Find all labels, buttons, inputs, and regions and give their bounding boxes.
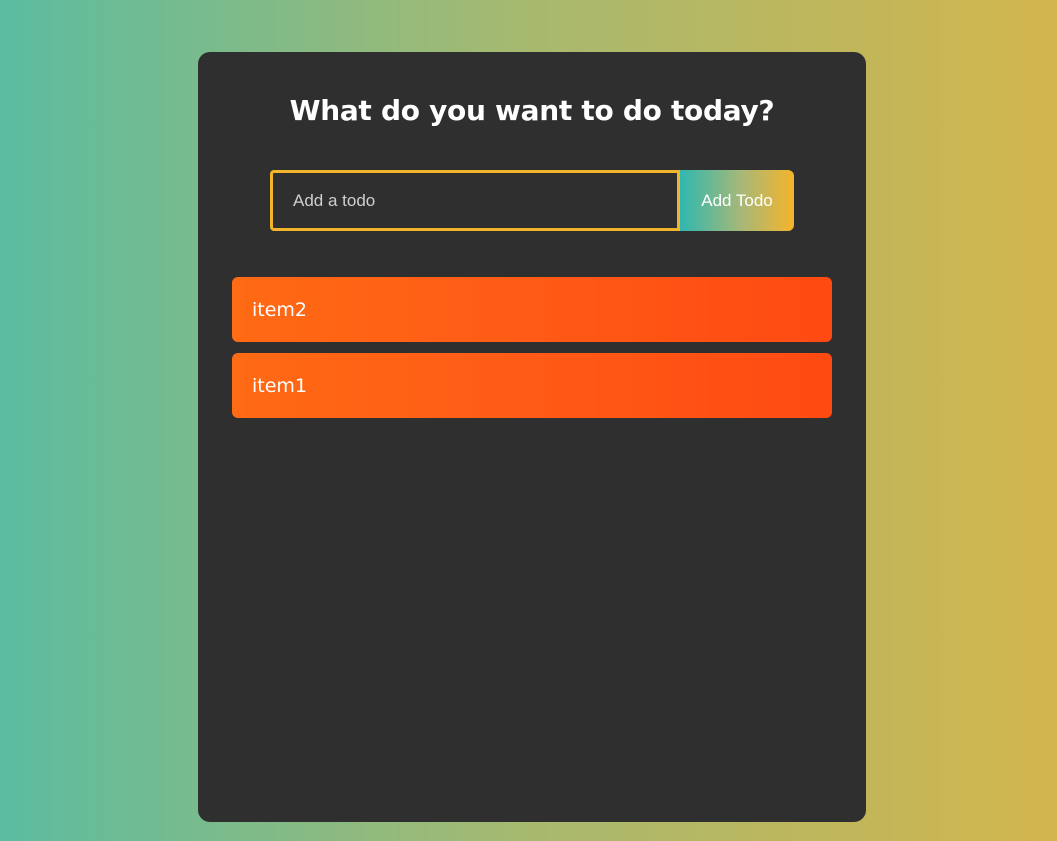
- add-todo-form: Add Todo: [270, 170, 794, 231]
- todo-item-text: item1: [252, 374, 308, 397]
- add-todo-button[interactable]: Add Todo: [680, 170, 794, 231]
- todo-list: item2 item1: [232, 277, 832, 429]
- todo-item[interactable]: item1: [232, 353, 832, 418]
- page-title: What do you want to do today?: [289, 94, 775, 127]
- todo-input[interactable]: [270, 170, 680, 231]
- todo-item[interactable]: item2: [232, 277, 832, 342]
- todo-item-text: item2: [252, 298, 308, 321]
- todo-app-card: What do you want to do today? Add Todo i…: [198, 52, 866, 822]
